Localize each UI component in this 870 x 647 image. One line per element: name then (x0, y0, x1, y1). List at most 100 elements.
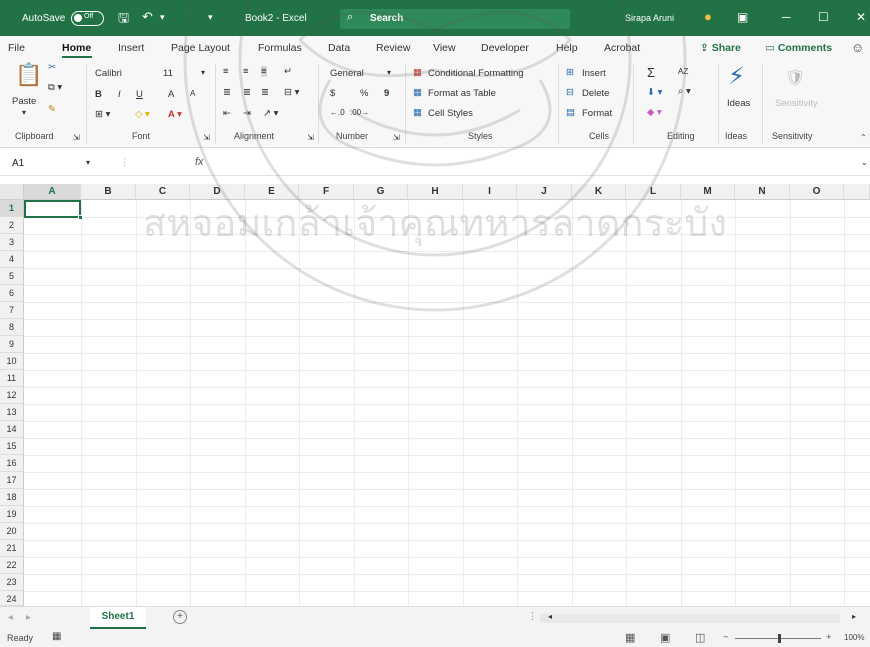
cell-styles-button[interactable]: Cell Styles (428, 108, 473, 119)
paste-dropdown-icon[interactable]: ▾ (22, 108, 26, 117)
worksheet-grid[interactable]: A B C D E F G H I J K L M N O 1 2 3 4 5 … (0, 184, 870, 606)
row-header[interactable]: 5 (0, 268, 24, 285)
insert-function-button[interactable]: fx (195, 156, 204, 168)
normal-view-icon[interactable]: ▦ (625, 631, 635, 644)
user-avatar-icon[interactable]: ● (704, 9, 712, 24)
save-icon[interactable]: 🖫 (118, 9, 129, 31)
tab-acrobat[interactable]: Acrobat (604, 42, 640, 54)
comments-button[interactable]: ▭ Comments (765, 42, 832, 54)
fill-handle[interactable] (78, 215, 83, 220)
tab-review[interactable]: Review (376, 42, 410, 54)
format-painter-icon[interactable]: ✎ (48, 104, 56, 115)
page-layout-view-icon[interactable]: ▣ (660, 631, 670, 644)
borders-icon[interactable]: ⊞ ▾ (95, 109, 110, 120)
font-name[interactable]: Calibri (95, 68, 122, 79)
column-header[interactable]: L (626, 184, 681, 200)
name-box-dropdown-icon[interactable]: ▾ (86, 158, 90, 167)
active-cell-a1[interactable] (24, 200, 83, 220)
cut-icon[interactable]: ✂ (48, 62, 56, 73)
row-header[interactable]: 3 (0, 234, 24, 251)
row-header[interactable]: 13 (0, 404, 24, 421)
grow-font-button[interactable]: A (168, 89, 174, 100)
column-header[interactable]: I (463, 184, 517, 200)
row-header[interactable]: 8 (0, 319, 24, 336)
scroll-right-icon[interactable]: ▸ (852, 612, 856, 621)
currency-button[interactable]: $ (330, 88, 335, 99)
collapse-ribbon-icon[interactable]: ⌃ (860, 133, 867, 142)
tab-insert[interactable]: Insert (118, 42, 144, 54)
align-center-icon[interactable]: ≣ (243, 87, 251, 98)
bottom-align-icon[interactable]: ≡ (261, 66, 267, 77)
row-header[interactable]: 17 (0, 472, 24, 489)
row-header[interactable]: 2 (0, 217, 24, 234)
page-break-view-icon[interactable]: ◫ (695, 631, 705, 644)
zoom-slider-knob[interactable] (778, 634, 781, 643)
row-header[interactable]: 10 (0, 353, 24, 370)
number-format-dropdown-icon[interactable]: ▾ (387, 68, 391, 77)
increase-indent-icon[interactable]: ⇥ (243, 108, 251, 119)
row-header[interactable]: 11 (0, 370, 24, 387)
autosave-toggle[interactable]: Off (71, 11, 104, 26)
decrease-decimal-button[interactable]: .00→ (350, 108, 369, 117)
font-size[interactable]: 11 (163, 68, 173, 79)
autosum-button[interactable]: Σ (647, 65, 655, 80)
decrease-indent-icon[interactable]: ⇤ (223, 108, 231, 119)
bold-button[interactable]: B (95, 89, 102, 100)
horizontal-scrollbar[interactable] (540, 614, 840, 623)
row-header[interactable]: 23 (0, 574, 24, 591)
conditional-formatting-button[interactable]: Conditional Formatting (428, 68, 524, 79)
row-header[interactable]: 16 (0, 455, 24, 472)
ideas-icon[interactable]: ⚡ (728, 62, 745, 91)
row-header[interactable]: 6 (0, 285, 24, 302)
zoom-in-button[interactable]: + (826, 632, 832, 643)
tab-split-icon[interactable]: ⋮ (528, 611, 538, 622)
alignment-launcher-icon[interactable]: ⇲ (307, 133, 314, 142)
customize-toolbar-icon[interactable]: ▾ (208, 12, 213, 23)
sensitivity-icon[interactable]: 🛡 (785, 68, 805, 88)
row-header[interactable]: 21 (0, 540, 24, 557)
shrink-font-button[interactable]: A (190, 89, 195, 98)
column-header[interactable]: D (190, 184, 245, 200)
zoom-out-button[interactable]: − (723, 632, 729, 643)
tab-data[interactable]: Data (328, 42, 350, 54)
tab-file[interactable]: File (8, 42, 25, 54)
column-header[interactable]: M (681, 184, 735, 200)
row-header[interactable]: 18 (0, 489, 24, 506)
italic-button[interactable]: I (118, 89, 121, 100)
row-header[interactable]: 14 (0, 421, 24, 438)
sort-filter-button[interactable]: AZ (678, 67, 688, 76)
undo-dropdown-icon[interactable]: ▾ (160, 12, 165, 23)
number-launcher-icon[interactable]: ⇲ (393, 133, 400, 142)
row-header[interactable]: 19 (0, 506, 24, 523)
clear-icon[interactable]: ◆ ▾ (647, 107, 662, 118)
column-header[interactable]: G (354, 184, 408, 200)
column-header[interactable]: K (572, 184, 626, 200)
percent-button[interactable]: % (360, 88, 368, 99)
user-name[interactable]: Sirapa Aruni (625, 13, 674, 23)
row-header[interactable]: 24 (0, 591, 24, 606)
number-format[interactable]: General (330, 68, 364, 79)
middle-align-icon[interactable]: ≡ (243, 66, 249, 77)
sensitivity-button[interactable]: Sensitivity (775, 98, 818, 109)
comma-button[interactable]: 9 (384, 88, 389, 99)
expand-formula-bar-icon[interactable]: ⌄ (861, 158, 868, 167)
row-header[interactable]: 7 (0, 302, 24, 319)
wrap-text-icon[interactable]: ↵ (284, 66, 292, 77)
column-header[interactable]: A (24, 184, 81, 200)
search-box[interactable]: ⌕ Search (340, 9, 570, 29)
tab-page-layout[interactable]: Page Layout (171, 42, 230, 54)
sheet-tab-sheet1[interactable]: Sheet1 (90, 607, 146, 629)
format-cells-button[interactable]: Format (582, 108, 612, 119)
paste-button[interactable]: Paste (12, 96, 36, 107)
tab-help[interactable]: Help (556, 42, 578, 54)
align-left-icon[interactable]: ≣ (223, 87, 231, 98)
scroll-sheets-right-icon[interactable]: ▸ (26, 612, 31, 623)
name-box[interactable]: A1 (12, 158, 24, 169)
scroll-left-icon[interactable]: ◂ (548, 612, 552, 621)
font-color-icon[interactable]: A ▾ (168, 109, 182, 120)
tab-developer[interactable]: Developer (481, 42, 529, 54)
zoom-level[interactable]: 100% (844, 633, 864, 642)
increase-decimal-button[interactable]: ←.0 (330, 108, 345, 117)
ribbon-display-icon[interactable]: ▣ (737, 10, 748, 24)
row-header[interactable]: 12 (0, 387, 24, 404)
